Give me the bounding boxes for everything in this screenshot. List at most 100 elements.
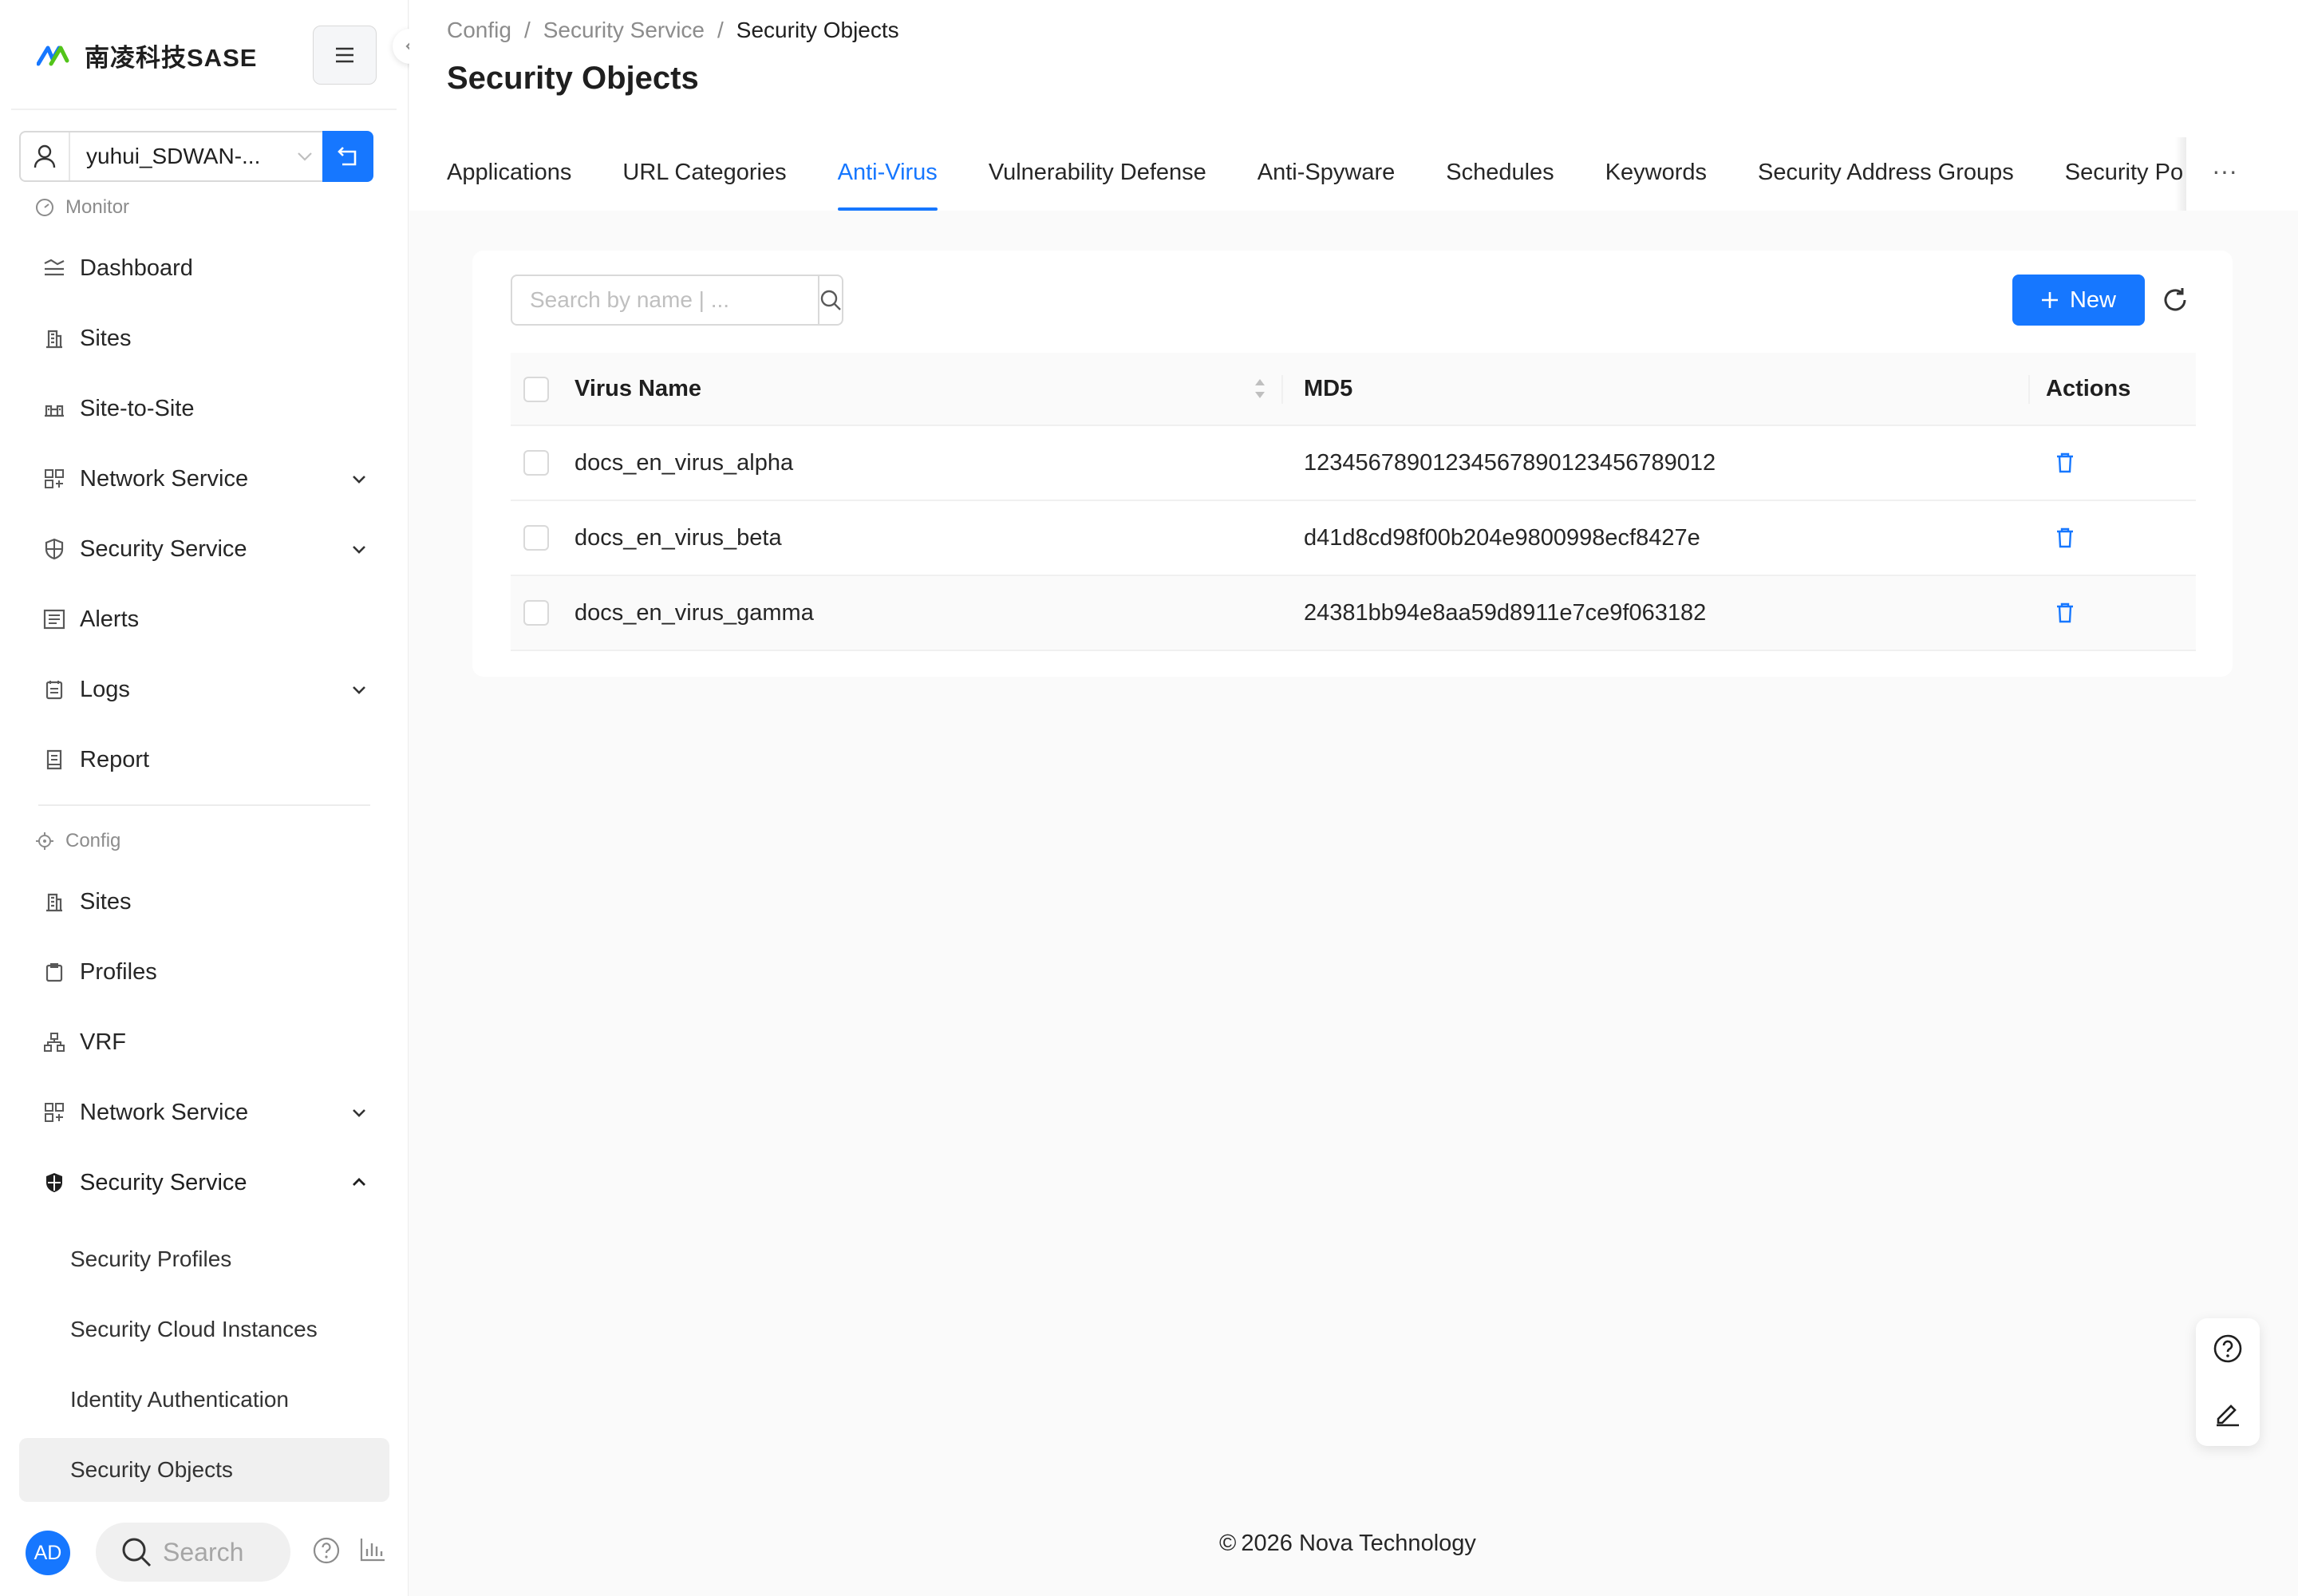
sidebar-item-label: Security Objects [70,1457,233,1482]
copyright-text: 2026 Nova Technology [1241,1531,1476,1556]
refresh-button[interactable] [2161,286,2189,314]
tab-anti-spyware[interactable]: Anti-Spyware [1258,137,1395,211]
floating-tools [2196,1318,2260,1446]
tabs-bar: Applications URL Categories Anti-Virus V… [447,137,2185,211]
sidebar-item-config-security-service[interactable]: Security Service [19,1151,389,1215]
sidebar-item-vrf[interactable]: VRF [19,1010,389,1074]
delete-icon[interactable] [2055,527,2075,549]
section-title-monitor: Monitor [35,196,129,219]
copyright-icon: © [1219,1531,1237,1556]
sidebar-item-report[interactable]: Report [19,728,389,792]
sidebar-divider [38,804,370,806]
section-title-config: Config [35,830,120,852]
sidebar-item-logs[interactable]: Logs [19,658,389,721]
sidebar-subitem-security-cloud-instances[interactable]: Security Cloud Instances [19,1298,389,1361]
sidebar-divider [11,109,397,110]
building-icon [43,891,65,913]
logs-icon [43,678,65,701]
monitor-title: Monitor [65,196,130,218]
tab-vulnerability-defense[interactable]: Vulnerability Defense [989,137,1206,211]
sidebar-item-profiles[interactable]: Profiles [19,940,389,1004]
sidebar-item-label: Site-to-Site [80,395,195,421]
row-checkbox[interactable] [523,450,549,476]
sidebar-item-config-sites[interactable]: Sites [19,870,389,934]
sidebar-item-security-service-monitor[interactable]: Security Service [19,517,389,581]
config-title: Config [65,830,121,851]
new-button[interactable]: New [2012,275,2145,326]
virus-name-cell: docs_en_virus_alpha [574,449,794,476]
search-button[interactable] [819,275,843,326]
avatar[interactable]: AD [26,1531,70,1575]
help-icon[interactable] [313,1537,340,1564]
shield-icon [43,538,65,560]
feedback-button[interactable] [2212,1396,2244,1428]
breadcrumb-item-security-service[interactable]: Security Service [543,18,705,43]
tenant-selector: yuhui_SDWAN-... [19,131,373,182]
table-row: docs_en_virus_alpha 12345678901234567890… [511,426,2196,501]
sidebar-item-site-to-site[interactable]: Site-to-Site [19,377,389,440]
column-header-actions: Actions [2046,375,2131,401]
tab-url-categories[interactable]: URL Categories [622,137,786,211]
footer: © 2026 Nova Technology [1219,1531,1476,1557]
sidebar-item-network-service[interactable]: Network Service [19,447,389,511]
sidebar-item-label: Sites [80,888,132,915]
tenant-select[interactable]: yuhui_SDWAN-... [19,131,322,182]
table-row: docs_en_virus_gamma 24381bb94e8aa59d8911… [511,576,2196,651]
row-checkbox[interactable] [523,525,549,551]
logo-icon [37,43,70,67]
sidebar-subitem-security-profiles[interactable]: Security Profiles [19,1227,389,1291]
breadcrumb-separator: / [717,18,724,42]
chevron-up-icon [351,1175,367,1191]
sidebar-item-label: Profiles [80,958,157,985]
help-button[interactable] [2212,1333,2244,1365]
sidebar-item-config-network-service[interactable]: Network Service [19,1080,389,1144]
column-header-md5: MD5 [1304,375,1353,401]
tab-anti-virus[interactable]: Anti-Virus [837,137,938,211]
breadcrumb: Config / Security Service / Security Obj… [447,18,899,43]
search-label: Search [163,1537,244,1566]
search-input[interactable] [511,275,819,326]
sidebar-item-label: Identity Authentication [70,1387,289,1412]
breadcrumb-item-config[interactable]: Config [447,18,511,43]
tab-security-policies[interactable]: Security Po [2065,137,2183,211]
delete-icon[interactable] [2055,452,2075,474]
config-icon [35,832,54,851]
dashboard-icon [43,257,65,279]
breadcrumb-separator: / [523,18,531,42]
column-divider [1281,375,1283,404]
sidebar-item-sites[interactable]: Sites [19,306,389,370]
report-icon [43,749,65,771]
sidebar-item-alerts[interactable]: Alerts [19,587,389,651]
hamburger-icon [334,46,355,64]
delete-icon[interactable] [2055,602,2075,624]
network-icon [43,468,65,490]
table-row: docs_en_virus_beta d41d8cd98f00b204e9800… [511,501,2196,576]
tab-keywords[interactable]: Keywords [1605,137,1707,211]
chevron-down-icon [351,541,367,557]
chevron-down-icon [351,1104,367,1120]
tab-schedules[interactable]: Schedules [1446,137,1554,211]
sort-icon[interactable] [1253,377,1267,401]
profiles-icon [43,961,65,983]
sidebar-item-label: Report [80,746,150,772]
search-icon [819,289,842,311]
tab-applications[interactable]: Applications [447,137,571,211]
sidebar-item-label: Dashboard [80,255,193,281]
tabs-more-button[interactable]: ··· [2212,156,2237,186]
row-checkbox[interactable] [523,600,549,626]
sidebar-subitem-security-objects[interactable]: Security Objects [19,1438,389,1502]
column-header-virus-name[interactable]: Virus Name [574,376,701,402]
select-all-checkbox[interactable] [523,377,549,402]
sidebar-item-label: Network Service [80,1099,249,1125]
vrf-icon [43,1031,65,1053]
tab-security-address-groups[interactable]: Security Address Groups [1758,137,2014,211]
menu-toggle-button[interactable] [313,26,377,85]
chevron-down-icon [351,681,367,697]
refresh-icon [2161,286,2189,314]
sidebar-subitem-identity-authentication[interactable]: Identity Authentication [19,1368,389,1432]
global-search-button[interactable]: Search [96,1523,290,1582]
sidebar-item-dashboard[interactable]: Dashboard [19,236,389,300]
chart-icon[interactable] [359,1537,386,1562]
sidebar-item-label: Security Cloud Instances [70,1317,318,1341]
switch-tenant-button[interactable] [322,131,373,182]
